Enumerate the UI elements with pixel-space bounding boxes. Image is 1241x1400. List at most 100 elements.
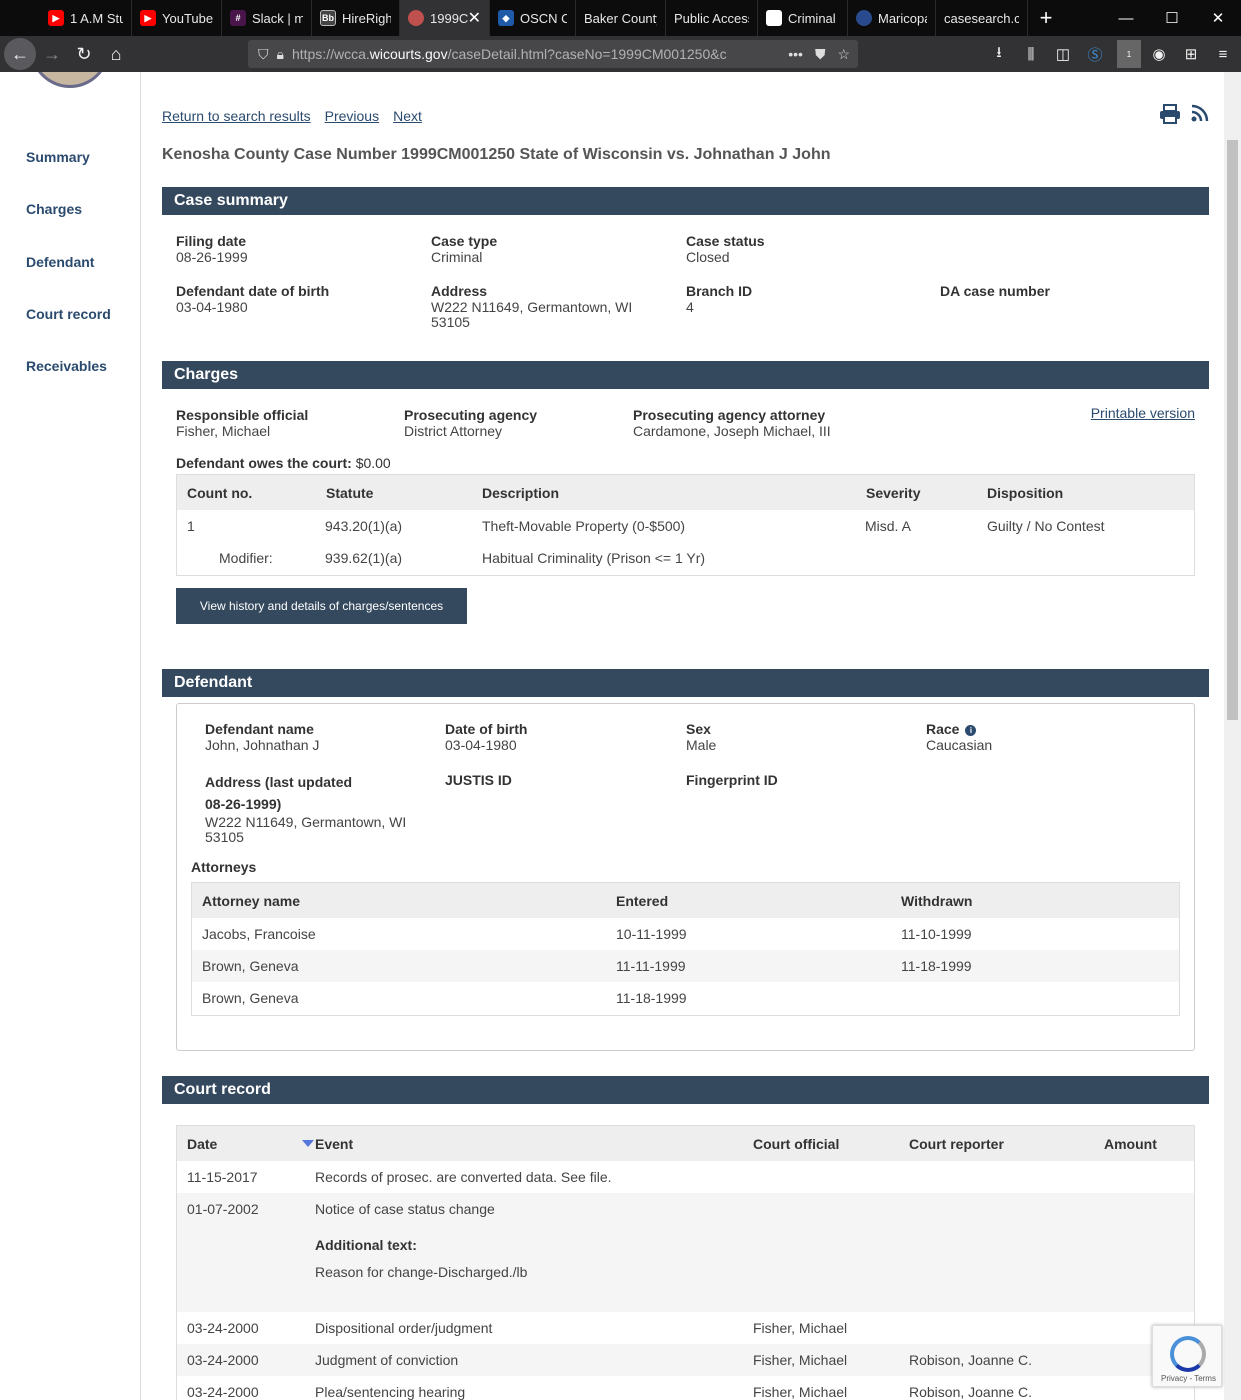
scrollbar-thumb[interactable] bbox=[1227, 140, 1238, 720]
tab-active-case[interactable]: 1999C ✕ bbox=[400, 0, 490, 36]
info-icon[interactable]: i bbox=[965, 725, 977, 736]
field-label: Date of birth bbox=[445, 721, 528, 737]
tab-label: Criminal bbox=[788, 10, 836, 26]
modifier-label: Modifier: bbox=[219, 550, 273, 566]
sort-descending-icon[interactable] bbox=[302, 1140, 314, 1147]
column-header-date[interactable]: Date bbox=[187, 1136, 217, 1152]
owes-label: Defendant owes the court: bbox=[176, 455, 352, 471]
pocket-icon[interactable]: ⛊ bbox=[815, 46, 826, 63]
return-to-results-link[interactable]: Return to search results bbox=[162, 108, 311, 124]
court-seal-logo bbox=[30, 72, 110, 88]
library-icon[interactable]: ⫼ bbox=[1019, 40, 1043, 68]
account-icon[interactable]: ◉ bbox=[1147, 40, 1171, 68]
sidebar-toggle-icon[interactable]: ◫ bbox=[1051, 40, 1075, 68]
close-window-icon[interactable]: ✕ bbox=[1195, 0, 1241, 36]
tab-youtube[interactable]: ▶ YouTube bbox=[132, 0, 222, 36]
field-value: 4 bbox=[686, 299, 694, 315]
extension-s-icon[interactable]: Ⓢ bbox=[1083, 40, 1107, 68]
field-value: Cardamone, Joseph Michael, III bbox=[633, 423, 831, 439]
printable-version-link[interactable]: Printable version bbox=[1091, 405, 1195, 421]
tab-baker-county[interactable]: Baker County bbox=[576, 0, 666, 36]
description-cell: Habitual Criminality (Prison <= 1 Yr) bbox=[482, 550, 706, 566]
field-value: 03-04-1980 bbox=[445, 737, 517, 753]
print-icon[interactable] bbox=[1159, 104, 1181, 130]
field-value: W222 N11649, Germantown, WI bbox=[431, 299, 633, 315]
blank-page-icon bbox=[766, 10, 782, 26]
window-controls: — ☐ ✕ bbox=[1103, 0, 1241, 36]
sidebar-item-charges[interactable]: Charges bbox=[26, 201, 82, 217]
table-row: Jacobs, Francoise 10-11-1999 11-10-1999 bbox=[192, 918, 1179, 950]
tab-slack[interactable]: # Slack | m bbox=[222, 0, 312, 36]
recaptcha-badge[interactable]: Privacy - Terms bbox=[1152, 1325, 1222, 1387]
download-icon[interactable]: ⭳ bbox=[987, 40, 1011, 68]
tab-hireright[interactable]: Bb HireRigh bbox=[312, 0, 400, 36]
case-summary-header: Case summary bbox=[162, 187, 1209, 215]
extensions-icon[interactable]: ⊞ bbox=[1179, 40, 1203, 68]
table-header: Attorney name Entered Withdrawn bbox=[192, 883, 1179, 918]
new-tab-icon[interactable]: + bbox=[1028, 0, 1064, 36]
page-scrollbar[interactable] bbox=[1224, 72, 1241, 1400]
responsible-official-field: Responsible official Fisher, Michael bbox=[176, 406, 308, 439]
back-arrow-icon[interactable]: ← bbox=[4, 38, 36, 70]
tab-1am[interactable]: ▶ 1 A.M Stu bbox=[40, 0, 132, 36]
youtube-icon: ▶ bbox=[140, 10, 156, 26]
field-value: W222 N11649, Germantown, WI bbox=[205, 814, 407, 830]
forward-arrow-icon[interactable]: → bbox=[36, 38, 68, 70]
home-icon[interactable]: ⌂ bbox=[100, 38, 132, 70]
tab-criminal[interactable]: Criminal bbox=[758, 0, 848, 36]
nav-toolbar: ← → ↻ ⌂ ⛉ 🔒︎ https://wcca.wicourts.gov/c… bbox=[0, 36, 1241, 72]
minimize-icon[interactable]: — bbox=[1103, 0, 1149, 36]
field-label: Address (last updated bbox=[205, 774, 353, 790]
column-header: Count no. bbox=[187, 484, 253, 501]
case-type-field: Case type Criminal bbox=[431, 232, 497, 265]
table-row: 01-07-2002 Notice of case status change … bbox=[177, 1193, 1194, 1312]
reload-icon[interactable]: ↻ bbox=[68, 38, 100, 70]
charges-header: Charges bbox=[162, 361, 1209, 389]
field-value: John, Johnathan J bbox=[205, 737, 320, 753]
date-cell: 11-15-2017 bbox=[187, 1169, 258, 1185]
view-history-button[interactable]: View history and details of charges/sent… bbox=[176, 588, 467, 624]
sidebar-item-receivables[interactable]: Receivables bbox=[26, 358, 107, 374]
table-row: 1 943.20(1)(a) Theft-Movable Property (0… bbox=[177, 510, 1194, 542]
sidebar-item-summary[interactable]: Summary bbox=[26, 149, 90, 165]
menu-icon[interactable]: ≡ bbox=[1211, 40, 1235, 68]
event-cell: Notice of case status change bbox=[315, 1201, 495, 1217]
sidebar-item-defendant[interactable]: Defendant bbox=[26, 254, 94, 270]
url-text[interactable]: https://wcca.wicourts.gov/caseDetail.htm… bbox=[292, 46, 752, 62]
tab-casesearch[interactable]: casesearch.c bbox=[936, 0, 1028, 36]
maximize-icon[interactable]: ☐ bbox=[1149, 0, 1195, 36]
sex-field: Sex Male bbox=[686, 720, 716, 753]
column-header[interactable]: Amount bbox=[1104, 1136, 1157, 1152]
page-actions-icon[interactable]: ••• bbox=[788, 46, 803, 63]
rss-icon[interactable] bbox=[1191, 104, 1209, 130]
column-header[interactable]: Court official bbox=[753, 1136, 839, 1152]
field-label: Defendant date of birth bbox=[176, 283, 330, 299]
table-row: Brown, Geneva 11-11-1999 11-18-1999 bbox=[192, 950, 1179, 982]
lock-icon[interactable]: 🔒︎ bbox=[277, 46, 284, 63]
next-link[interactable]: Next bbox=[393, 108, 422, 124]
tab-oscn[interactable]: ◆ OSCN Ca bbox=[490, 0, 576, 36]
withdrawn-cell: 11-10-1999 bbox=[901, 926, 972, 942]
oscn-icon: ◆ bbox=[498, 10, 514, 26]
close-tab-icon[interactable]: ✕ bbox=[468, 8, 481, 28]
toolbar-right: ⭳ ⫼ ◫ Ⓢ ⬢1 ◉ ⊞ ≡ bbox=[987, 40, 1235, 68]
column-header[interactable]: Event bbox=[315, 1136, 353, 1152]
tracking-shield-icon[interactable]: ⛉ bbox=[258, 46, 269, 63]
url-bar[interactable]: ⛉ 🔒︎ https://wcca.wicourts.gov/caseDetai… bbox=[248, 40, 858, 68]
event-cell: Judgment of conviction bbox=[315, 1352, 459, 1368]
tab-maricopa[interactable]: Maricopa bbox=[848, 0, 936, 36]
justis-id-field: JUSTIS ID bbox=[445, 771, 512, 789]
table-header: Count no. Statute Description Severity D… bbox=[177, 475, 1194, 510]
previous-link[interactable]: Previous bbox=[325, 108, 379, 124]
tab-strip: ▶ 1 A.M Stu ▶ YouTube # Slack | m Bb Hir… bbox=[0, 0, 1241, 36]
ublock-icon[interactable]: ⬢1 bbox=[1115, 40, 1141, 68]
recaptcha-links[interactable]: Privacy - Terms bbox=[1161, 1374, 1216, 1383]
table-row: 03-24-2000 Dispositional order/judgment … bbox=[177, 1312, 1194, 1344]
bookmark-star-icon[interactable]: ☆ bbox=[837, 46, 850, 63]
tab-public-access[interactable]: Public Access bbox=[666, 0, 758, 36]
defendant-name-field: Defendant name John, Johnathan J bbox=[205, 720, 319, 753]
sidebar-item-court-record[interactable]: Court record bbox=[26, 306, 111, 322]
race-field: Race i Caucasian bbox=[926, 720, 992, 753]
field-label: Case status bbox=[686, 233, 765, 249]
column-header[interactable]: Court reporter bbox=[909, 1136, 1004, 1152]
